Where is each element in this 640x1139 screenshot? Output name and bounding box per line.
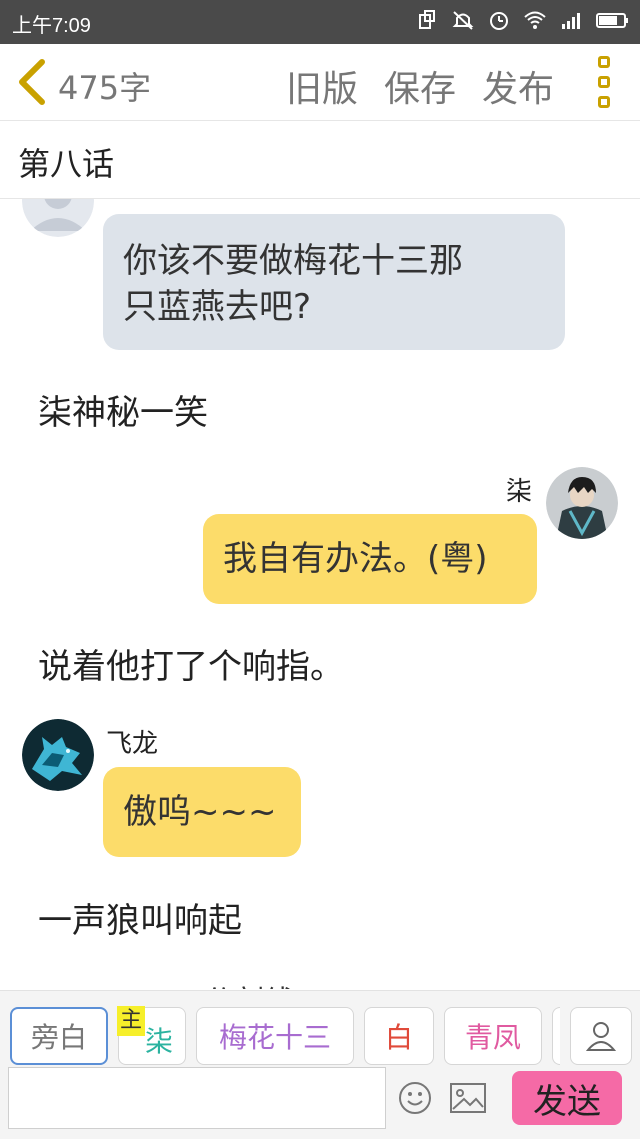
role-label: 柒 (144, 1025, 173, 1058)
message-bubble[interactable]: 你该不要做梅花十三那 只蓝燕去吧? (103, 214, 565, 350)
chapter-title-bar[interactable]: 第八话 (0, 121, 640, 199)
narration-text[interactable]: 柒神秘一笑 (38, 385, 208, 434)
message-bubble[interactable]: 傲呜~~~ (103, 767, 301, 857)
role-label: 旁白 (30, 1021, 87, 1054)
composer-panel: 旁白 主 柒 梅花十三 白 青凤 发送 (0, 990, 640, 1139)
role-qi-chip[interactable]: 主 柒 (117, 1006, 186, 1065)
narration-text[interactable]: 一声狼叫响起 (38, 893, 242, 942)
wifi-icon (524, 9, 546, 31)
message-bubble[interactable]: 我自有办法。(粤) (203, 514, 537, 604)
signal-icon (560, 9, 582, 31)
send-button[interactable]: 发送 (512, 1071, 622, 1125)
message-text: 只蓝燕去吧? (123, 287, 312, 327)
mute-icon (452, 9, 474, 31)
word-count: 475字 (58, 69, 152, 107)
alarm-icon (488, 9, 510, 31)
avatar-qi[interactable] (546, 467, 618, 539)
message-text: 我自有办法。(粤) (223, 539, 488, 579)
more-dot-icon (598, 56, 610, 68)
speaker-name: 飞龙 (106, 729, 159, 759)
speaker-name: 柒 (506, 477, 533, 507)
more-dot-icon (598, 76, 610, 88)
image-button[interactable] (450, 1083, 486, 1113)
send-label: 发送 (533, 1081, 601, 1122)
emoji-button[interactable] (398, 1081, 432, 1115)
role-label: 白 (384, 1021, 413, 1054)
chevron-left-icon (19, 59, 45, 105)
avatar-feilong[interactable] (22, 719, 94, 791)
message-input[interactable] (8, 1067, 386, 1129)
status-icons (416, 9, 630, 31)
avatar-blank[interactable] (22, 199, 94, 237)
narration-text[interactable]: 说着他打了个响指。 (38, 639, 344, 688)
add-role-button[interactable] (570, 1007, 632, 1065)
back-button[interactable] (14, 58, 54, 106)
role-label: 青凤 (464, 1021, 521, 1054)
image-icon (450, 1083, 486, 1113)
role-qingfeng-chip[interactable]: 青凤 (444, 1007, 542, 1065)
editor-toolbar: 475字 旧版 保存 发布 (0, 44, 640, 121)
save-button[interactable]: 保存 (384, 60, 456, 112)
role-chip-partial[interactable] (552, 1007, 560, 1065)
screen-rotate-icon (416, 9, 438, 31)
smiley-icon (399, 1082, 431, 1114)
role-narrate-chip[interactable]: 旁白 (10, 1007, 108, 1065)
user-icon (586, 1022, 616, 1051)
more-menu-button[interactable] (592, 56, 616, 108)
main-role-badge: 主 (117, 1006, 146, 1036)
role-bai-chip[interactable]: 白 (364, 1007, 434, 1065)
chapter-title: 第八话 (18, 145, 115, 183)
story-content[interactable]: 你该不要做梅花十三那 只蓝燕去吧? 柒神秘一笑 柒 我自有办法。(粤) 说着他打… (0, 199, 640, 989)
role-label: 梅花十三 (218, 1021, 331, 1054)
publish-button[interactable]: 发布 (482, 60, 554, 112)
old-version-button[interactable]: 旧版 (286, 60, 358, 112)
status-bar: 上午7:09 (0, 0, 640, 44)
role-meihua-chip[interactable]: 梅花十三 (196, 1007, 354, 1065)
divider-text[interactable]: 分割线 (204, 977, 294, 989)
more-dot-icon (598, 96, 610, 108)
message-text: 傲呜~~~ (123, 792, 277, 832)
status-time: 上午7:09 (12, 15, 91, 37)
message-text: 你该不要做梅花十三那 (123, 241, 463, 281)
battery-icon (596, 9, 630, 31)
